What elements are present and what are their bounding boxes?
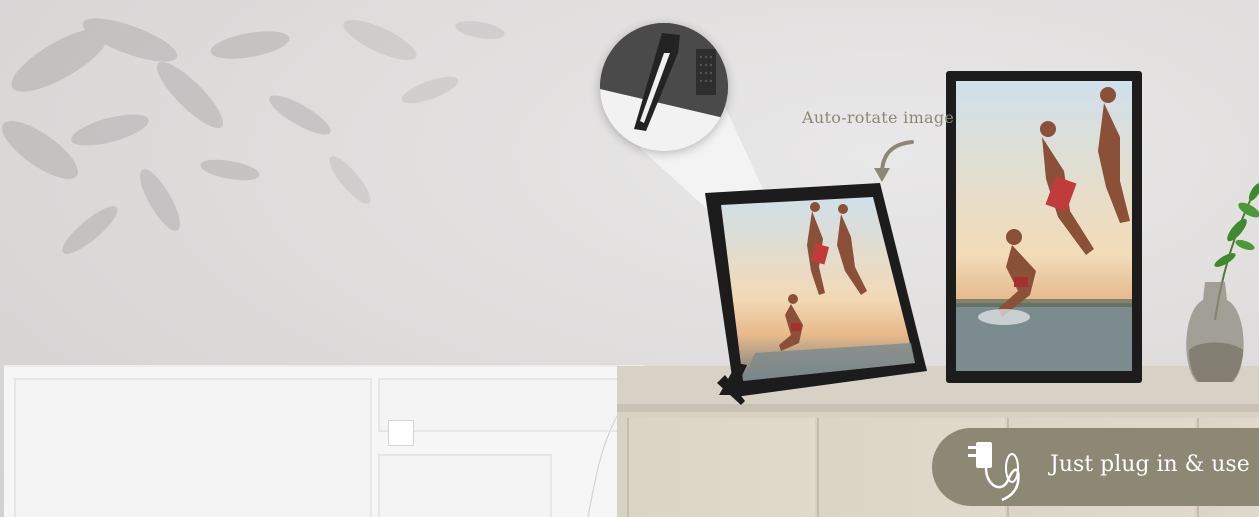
kickstand-zoom-bubble	[600, 23, 728, 151]
kickstand-detail-image	[600, 23, 728, 151]
plug-and-use-label: Just plug in & use	[1050, 452, 1250, 477]
product-scene: Auto-rotate image Just plug in & use	[0, 0, 1259, 517]
power-adapter-icon	[968, 442, 1020, 502]
photo-frame-portrait	[946, 71, 1142, 383]
auto-rotate-caption: Auto-rotate image	[802, 108, 955, 127]
curved-arrow-icon	[874, 140, 914, 182]
kickstand	[719, 363, 747, 395]
vase-with-plant	[1186, 183, 1259, 382]
